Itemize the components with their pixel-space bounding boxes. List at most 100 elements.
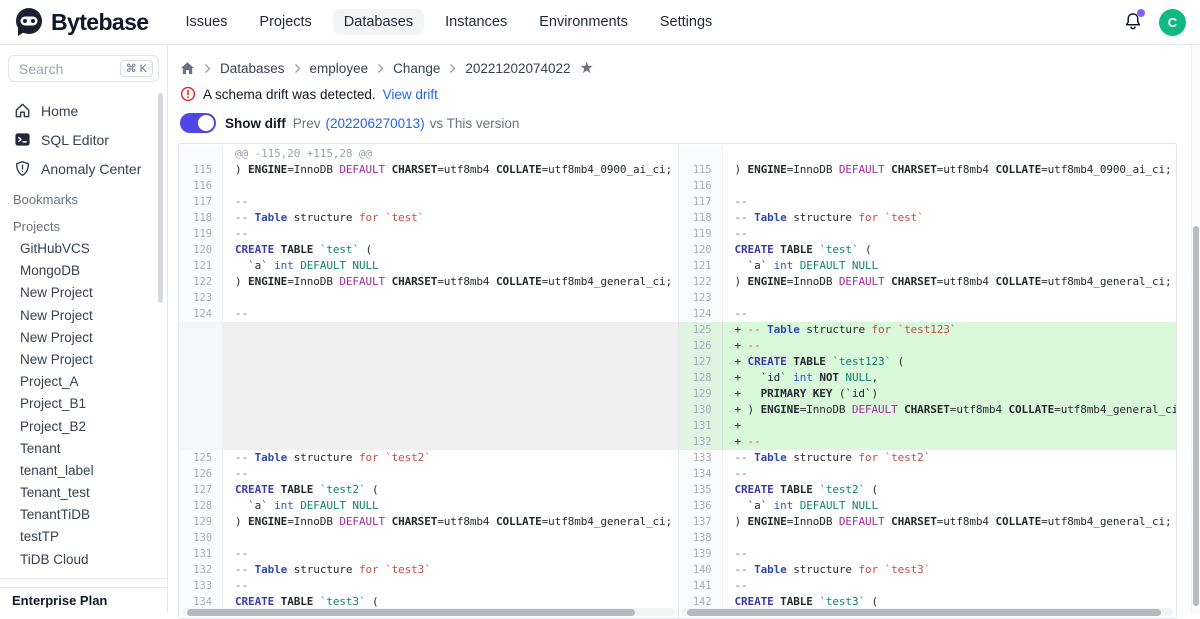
code-line: + (723, 418, 1177, 434)
diff-row: 127CREATE TABLE `test2` ( (179, 482, 678, 498)
right-hscroll-thumb[interactable] (687, 609, 1162, 616)
code-line: ) ENGINE=InnoDB DEFAULT CHARSET=utf8mb4 … (223, 162, 678, 178)
line-number: 126 (679, 338, 723, 354)
project-item[interactable]: Tenant_test (0, 481, 167, 503)
vs-label: vs This version (430, 116, 520, 131)
code-line (723, 146, 1177, 162)
diff-row: 120CREATE TABLE `test` ( (679, 242, 1177, 258)
line-number: 136 (679, 498, 723, 514)
code-line: + -- Table structure for `test123` (723, 322, 1177, 338)
line-number: 121 (679, 258, 723, 274)
diff-row: 140-- Table structure for `test3` (679, 562, 1177, 578)
brand-name: Bytebase (51, 9, 148, 36)
project-item[interactable]: GitHubVCS (0, 237, 167, 259)
nav-item-databases[interactable]: Databases (333, 9, 424, 35)
code-line: -- (223, 226, 678, 242)
line-number: 127 (679, 354, 723, 370)
breadcrumb-home-icon[interactable] (180, 61, 195, 76)
project-item[interactable]: testTP (0, 525, 167, 547)
code-line: -- (723, 578, 1177, 594)
show-diff-toggle[interactable] (180, 113, 216, 133)
diff-row: 119-- (679, 226, 1177, 242)
line-number: 117 (679, 194, 723, 210)
sidebar-item-label: Home (41, 103, 78, 119)
diff-row: 122) ENGINE=InnoDB DEFAULT CHARSET=utf8m… (179, 274, 678, 290)
line-number: 129 (679, 386, 723, 402)
line-number: 118 (679, 210, 723, 226)
project-item[interactable]: TenantTiDB (0, 503, 167, 525)
nav-item-issues[interactable]: Issues (174, 9, 238, 35)
alert-circle-icon (180, 86, 196, 102)
diff-added-row: 131+ (679, 418, 1177, 434)
schema-drift-alert: A schema drift was detected. View drift (168, 76, 1200, 102)
chevron-right-icon (204, 63, 211, 74)
left-hscroll-thumb[interactable] (187, 609, 635, 616)
diff-row: 121 `a` int DEFAULT NULL (679, 258, 1177, 274)
search-placeholder: Search (19, 61, 63, 77)
nav-item-instances[interactable]: Instances (434, 9, 518, 35)
search-input[interactable]: Search ⌘ K (8, 55, 159, 82)
code-line: `a` int DEFAULT NULL (723, 498, 1177, 514)
line-number: 129 (179, 514, 223, 530)
alert-text: A schema drift was detected. (203, 87, 376, 102)
project-item[interactable]: Tenant (0, 437, 167, 459)
line-number: 120 (179, 242, 223, 258)
breadcrumb-version[interactable]: 20221202074022 (465, 61, 570, 76)
diff-row: 123 (179, 290, 678, 306)
bytebase-brand[interactable]: Bytebase (14, 7, 148, 37)
code-line: -- Table structure for `test` (223, 210, 678, 226)
code-line: -- (723, 466, 1177, 482)
project-item[interactable]: New Project (0, 348, 167, 370)
line-number: 128 (679, 370, 723, 386)
sidebar-scrollbar-thumb[interactable] (158, 93, 163, 303)
diff-row: 117-- (179, 194, 678, 210)
line-number: 119 (179, 226, 223, 242)
project-item[interactable]: Project_B1 (0, 392, 167, 414)
project-item[interactable]: New Project (0, 304, 167, 326)
project-item[interactable]: tenant_label (0, 459, 167, 481)
notifications-button[interactable] (1123, 11, 1143, 33)
project-item[interactable]: TiDB Cloud (0, 548, 167, 570)
diff-panel-left: @@ -115,20 +115,28 @@115) ENGINE=InnoDB … (179, 144, 678, 618)
breadcrumb-database[interactable]: employee (310, 61, 369, 76)
sidebar-item-anomaly-center[interactable]: Anomaly Center (0, 154, 167, 183)
sidebar-item-home[interactable]: Home (0, 96, 167, 125)
sidebar-section-bookmarks[interactable]: Bookmarks (0, 183, 167, 210)
project-item[interactable]: Project_B2 (0, 415, 167, 437)
nav-item-projects[interactable]: Projects (248, 9, 322, 35)
project-item[interactable]: Project_A (0, 370, 167, 392)
breadcrumb-databases[interactable]: Databases (220, 61, 285, 76)
project-item[interactable]: New Project (0, 281, 167, 303)
chevron-right-icon (294, 63, 301, 74)
line-number: 137 (679, 514, 723, 530)
nav-item-settings[interactable]: Settings (649, 9, 723, 35)
page-scrollbar-thumb[interactable] (1193, 226, 1199, 606)
project-item[interactable]: New Project (0, 326, 167, 348)
sidebar-item-sql-editor[interactable]: SQL Editor (0, 125, 167, 154)
line-number: 133 (179, 578, 223, 594)
diff-row: 138 (679, 530, 1177, 546)
diff-row: 118-- Table structure for `test` (179, 210, 678, 226)
code-line: + ) ENGINE=InnoDB DEFAULT CHARSET=utf8mb… (723, 402, 1177, 418)
view-drift-link[interactable]: View drift (383, 87, 438, 102)
left-horizontal-scrollbar (182, 608, 675, 616)
sidebar-section-projects[interactable]: Projects (0, 210, 167, 237)
search-shortcut-badge: ⌘ K (120, 60, 153, 77)
sidebar-item-label: SQL Editor (41, 132, 109, 148)
star-icon[interactable]: ★ (580, 62, 594, 76)
diff-row: 122) ENGINE=InnoDB DEFAULT CHARSET=utf8m… (679, 274, 1177, 290)
code-line: + -- (723, 338, 1177, 354)
code-line: -- Table structure for `test3` (723, 562, 1177, 578)
diff-added-row: 126+ -- (679, 338, 1177, 354)
diff-row: 116 (679, 178, 1177, 194)
user-avatar[interactable]: C (1159, 9, 1186, 36)
code-line: + PRIMARY KEY (`id`) (723, 386, 1177, 402)
diff-row: 139-- (679, 546, 1177, 562)
prev-version-link[interactable]: (202206270013) (326, 116, 425, 131)
breadcrumb: Databases employee Change 20221202074022… (168, 45, 1200, 76)
project-item[interactable]: MongoDB (0, 259, 167, 281)
shield-icon (14, 160, 31, 177)
diff-panel-right: 115) ENGINE=InnoDB DEFAULT CHARSET=utf8m… (678, 144, 1177, 618)
breadcrumb-change[interactable]: Change (393, 61, 440, 76)
nav-item-environments[interactable]: Environments (528, 9, 639, 35)
